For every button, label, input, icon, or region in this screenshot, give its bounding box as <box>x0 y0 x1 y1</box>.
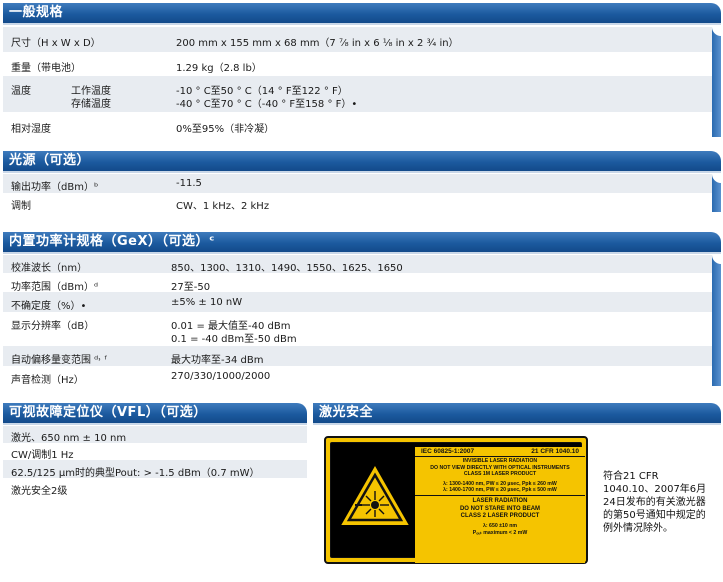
table-row: 相对湿度 0%至95%（非冷凝） <box>3 112 713 137</box>
row-label: 重量（带电池） <box>11 63 81 74</box>
warning-label-text: IEC 60825-1:2007 21 CFR 1040.10 INVISIBL… <box>415 447 585 563</box>
laser-safety-note: 符合21 CFR 1040.10、2007年6月24日发布的有关激光器的第50号… <box>603 471 707 534</box>
light-source-header: 光源（可选） <box>3 151 721 173</box>
vfl-spec: CW/调制1 Hz <box>11 450 74 461</box>
row-value: 27至-50 <box>171 282 211 293</box>
light-source-title: 光源（可选） <box>9 153 91 168</box>
warning-line: DO NOT STARE INTO BEAM <box>459 505 541 512</box>
table-row: 温度 工作温度 存储温度 -10 ° C至50 ° C（14 ° F至122 °… <box>3 76 713 112</box>
row-label: 尺寸（H x W x D） <box>11 38 101 49</box>
section-accent-bar <box>712 255 721 386</box>
row-value: -40 ° C至70 ° C（-40 ° F至158 ° F）• <box>176 99 358 110</box>
table-row: 显示分辨率（dB） 0.01 = 最大值至-40 dBm 0.1 = -40 d… <box>3 312 713 346</box>
row-label: 输出功率（dBm）ᵇ <box>11 182 99 193</box>
class-2-block: LASER RADIATION DO NOT STARE INTO BEAM C… <box>415 497 585 538</box>
row-value: 0.1 = -40 dBm至-50 dBm <box>171 334 297 345</box>
row-value: 270/330/1000/2000 <box>171 371 271 382</box>
vfl-table: 激光、650 nm ± 10 nm CW/调制1 Hz 62.5/125 μm时… <box>3 426 307 497</box>
row-label: 功率范围（dBm）ᵈ <box>11 282 99 293</box>
laser-warning-label: IEC 60825-1:2007 21 CFR 1040.10 INVISIBL… <box>324 436 588 564</box>
row-label: 相对湿度 <box>11 124 51 135</box>
row-label: 自动偏移量变范围 ᵈ˒ ᶠ <box>11 355 108 366</box>
table-row: 校准波长（nm） 850、1300、1310、1490、1550、1625、16… <box>3 255 713 274</box>
warning-line: LASER RADIATION <box>472 498 528 505</box>
row-value: -11.5 <box>176 178 202 189</box>
laser-safety-title: 激光安全 <box>319 405 374 420</box>
row-label: 调制 <box>11 201 31 212</box>
warning-label-header: IEC 60825-1:2007 21 CFR 1040.10 <box>415 447 585 458</box>
row-value: ±5% ± 10 nW <box>171 297 243 308</box>
power-meter-header: 内置功率计规格（GeX）（可选）ᶜ <box>3 232 721 254</box>
general-specs-table: 尺寸（H x W x D） 200 mm x 155 mm x 68 mm（7 … <box>3 27 713 137</box>
general-specs-header: 一般规格 <box>3 3 721 25</box>
cfr-standard: 21 CFR 1040.10 <box>531 448 579 455</box>
class-1m-block: INVISIBLE LASER RADIATION DO NOT VIEW DI… <box>415 457 585 494</box>
general-specs-title: 一般规格 <box>9 5 64 20</box>
row-value: 1.29 kg（2.8 lb） <box>176 63 262 74</box>
row-value: 200 mm x 155 mm x 68 mm（7 ⁷⁄₈ in x 6 ¹⁄₈… <box>176 38 459 49</box>
table-row: 功率范围（dBm）ᵈ 27至-50 <box>3 273 713 293</box>
row-label: 不确定度（%）• <box>11 301 87 312</box>
iec-standard: IEC 60825-1:2007 <box>421 448 475 455</box>
vfl-spec: 激光、650 nm ± 10 nm <box>11 433 127 444</box>
section-accent-bar <box>712 174 721 212</box>
row-label: 显示分辨率（dB） <box>11 321 95 332</box>
table-row: 声音检测（Hz） 270/330/1000/2000 <box>3 366 713 386</box>
warning-label-frame: IEC 60825-1:2007 21 CFR 1040.10 INVISIBL… <box>330 442 585 563</box>
power-meter-title: 内置功率计规格（GeX）（可选）ᶜ <box>9 234 215 249</box>
row-value: 最大功率至-34 dBm <box>171 355 264 366</box>
row-label: 校准波长（nm） <box>11 263 88 274</box>
row-label: 温度 <box>11 86 31 97</box>
vfl-title: 可视故障定位仪（VFL）（可选） <box>9 405 207 420</box>
table-row: 输出功率（dBm）ᵇ -11.5 <box>3 174 713 193</box>
warning-line: CLASS 2 LASER PRODUCT <box>460 512 540 519</box>
row-value: 0%至95%（非冷凝） <box>176 124 275 135</box>
row-sublabel: 存储温度 <box>71 99 111 110</box>
table-row: 重量（带电池） 1.29 kg（2.8 lb） <box>3 52 713 76</box>
list-item: 62.5/125 μm时的典型Pout: > -1.5 dBm（0.7 mW） <box>3 460 307 479</box>
warning-line: λ: 650 ±10 nm <box>483 523 517 530</box>
vfl-header: 可视故障定位仪（VFL）（可选） <box>3 403 307 425</box>
vfl-spec: 激光安全2级 <box>11 486 68 497</box>
laser-hazard-icon <box>341 465 409 525</box>
warning-line: Pₒᵤₜ maximum < 2 mW <box>472 530 528 537</box>
row-label: 声音检测（Hz） <box>11 375 84 386</box>
row-value: CW、1 kHz、2 kHz <box>176 201 270 212</box>
table-row: 不确定度（%）• ±5% ± 10 nW <box>3 292 713 312</box>
warning-line: λ: 1400-1700 nm, PW ≤ 20 µsec, Ppk ≤ 500… <box>443 487 557 494</box>
vfl-spec: 62.5/125 μm时的典型Pout: > -1.5 dBm（0.7 mW） <box>11 468 260 479</box>
power-meter-table: 校准波长（nm） 850、1300、1310、1490、1550、1625、16… <box>3 255 713 386</box>
list-item: 激光、650 nm ± 10 nm <box>3 426 307 444</box>
laser-safety-header: 激光安全 <box>313 403 721 425</box>
table-row: 自动偏移量变范围 ᵈ˒ ᶠ 最大功率至-34 dBm <box>3 346 713 366</box>
list-item: CW/调制1 Hz <box>3 443 307 461</box>
row-value: 850、1300、1310、1490、1550、1625、1650 <box>171 263 403 274</box>
list-item: 激光安全2级 <box>3 478 307 497</box>
table-row: 调制 CW、1 kHz、2 kHz <box>3 193 713 212</box>
section-accent-bar <box>712 27 721 137</box>
table-row: 尺寸（H x W x D） 200 mm x 155 mm x 68 mm（7 … <box>3 27 713 52</box>
light-source-table: 输出功率（dBm）ᵇ -11.5 调制 CW、1 kHz、2 kHz <box>3 174 713 212</box>
